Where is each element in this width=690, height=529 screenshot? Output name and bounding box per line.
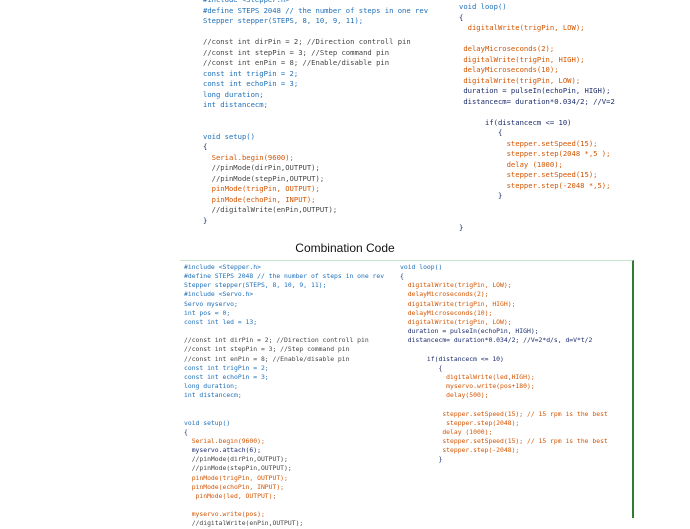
bottom-code-right: void loop(){ digitalWrite(trigPin, LOW);… (400, 263, 608, 464)
code-line: delay(500); (400, 391, 489, 400)
code-line: long duration; (203, 89, 264, 99)
code-line: Stepper stepper(STEPS, 8, 10, 9, 11); (184, 281, 327, 290)
bottom-code-left: #include <Stepper.h> #define STEPS 2048 /… (184, 263, 384, 529)
code-line: //const int enPin = 8; //Enable/disable … (203, 58, 390, 67)
code-line: myservo.write(pos+180); (400, 382, 535, 391)
code-line: int distancecm; (203, 100, 268, 109)
code-line: void setup() (203, 131, 255, 141)
code-line: duration = pulseIn(echoPin, HIGH); (459, 86, 611, 95)
code-line: myservo.write(pos); (184, 510, 265, 519)
code-line: #define STEPS 2048 // the number of step… (184, 272, 385, 281)
code-line: const int echoPin = 3; (203, 79, 299, 88)
code-line: //pinMode(stepPin,OUTPUT); (184, 464, 292, 473)
code-line: pinMode(echoPin, INPUT); (203, 194, 316, 204)
code-line: #define STEPS 2048 // the number of step… (203, 5, 429, 15)
code-line: } (459, 222, 464, 232)
code-line: //const int stepPin = 3; //Step command … (203, 47, 390, 57)
code-line: { (203, 142, 208, 151)
code-line: //const int stepPin = 3; //Step command … (184, 345, 350, 354)
code-line: digitalWrite(trigPin, HIGH); (400, 299, 516, 308)
code-line: if(distancecm <= 10) (459, 117, 572, 127)
code-line: //const int dirPin = 2; //Direction cont… (203, 37, 411, 46)
code-line: //digitalWrite(enPin,OUTPUT); (203, 205, 338, 214)
code-line: const int trigPin = 2; (203, 68, 299, 78)
code-line: int distancecm; (184, 391, 242, 400)
code-line: //digitalWrite(enPin,OUTPUT); (184, 519, 304, 528)
code-line: stepper.setSpeed(15); (459, 138, 598, 148)
code-line: pinMode(trigPin, OUTPUT); (203, 184, 320, 193)
code-line: //const int enPin = 8; //Enable/disable … (184, 354, 350, 363)
code-line: #include <Servo.h> (184, 290, 254, 299)
code-line: void loop() (459, 2, 507, 11)
code-line: delayMicroseconds(2); (400, 290, 489, 299)
top-code-right: void loop(){ digitalWrite(trigPin, LOW);… (459, 2, 615, 233)
code-line: if(distancecm <= 10) (400, 354, 504, 363)
code-line: //pinMode(dirPin,OUTPUT); (203, 163, 320, 172)
code-line: Serial.begin(9600); (184, 436, 265, 445)
code-line: const int led = 13; (184, 317, 258, 326)
code-line: Serial.begin(9600); (203, 152, 294, 162)
code-line: { (459, 128, 503, 137)
code-line: //const int dirPin = 2; //Direction cont… (184, 336, 369, 345)
code-line: distancecm= duration*0.034/2; //V=2*d/s,… (400, 336, 593, 345)
code-line: } (203, 215, 208, 225)
code-line: stepper.step(2048 *,5 ); (459, 149, 611, 158)
code-line: { (459, 12, 464, 22)
code-line: digitalWrite(trigPin, LOW); (400, 281, 512, 290)
code-line: distancecm= duration*0.034/2; //V=2 (459, 96, 615, 106)
code-line: #include <Stepper.h> (184, 263, 261, 271)
code-line: Stepper stepper(STEPS, 8, 10, 9, 11); (203, 16, 364, 25)
code-line: { (400, 272, 404, 281)
code-line: stepper.step(-2048); (400, 446, 520, 455)
code-line: digitalWrite(led,HIGH); (400, 372, 535, 381)
code-line: duration = pulseIn(echoPin, HIGH); (400, 327, 539, 336)
code-line: delayMicroseconds(10); (400, 308, 493, 317)
code-line: stepper.step(2048); (400, 418, 520, 427)
code-line: void loop() (400, 263, 443, 271)
code-line: digitalWrite(trigPin, LOW); (459, 75, 581, 85)
code-line: void setup() (184, 418, 231, 427)
code-line: const int trigPin = 2; (184, 363, 269, 372)
code-line: long duration; (184, 382, 238, 391)
code-line: int pos = 0; (184, 308, 231, 317)
code-line: stepper.setSpeed(15); // 15 rpm is the b… (400, 409, 608, 418)
code-line: const int echoPin = 3; (184, 372, 269, 381)
caption-combination-code: Combination Code (295, 241, 395, 255)
code-line: delayMicroseconds(2); (459, 44, 555, 53)
code-line: pinMode(trigPin, OUTPUT); (184, 473, 288, 482)
code-line: delay (1000); (400, 427, 493, 436)
code-line: digitalWrite(trigPin, LOW); (459, 23, 585, 32)
code-line: delayMicroseconds(10); (459, 65, 559, 74)
code-line: digitalWrite(trigPin, HIGH); (459, 54, 585, 64)
code-line: delay (1000); (459, 159, 563, 169)
code-line: { (400, 363, 443, 372)
code-line: digitalWrite(trigPin, LOW); (400, 317, 512, 326)
code-line: } (459, 191, 503, 200)
code-line: Servo myservo; (184, 299, 238, 308)
code-line: { (184, 427, 188, 436)
code-line: } (400, 455, 443, 464)
code-line: stepper.setSpeed(15); (459, 170, 598, 179)
code-line: pinMode(led, OUTPUT); (184, 491, 277, 500)
top-code-left: #include <Stepper.h>#define STEPS 2048 /… (203, 0, 428, 226)
code-line: stepper.step(-2048 *,5); (459, 180, 611, 190)
code-line: myservo.attach(6); (184, 446, 261, 455)
code-line: stepper.setSpeed(15); // 15 rpm is the b… (400, 436, 608, 445)
code-line: //pinMode(dirPin,OUTPUT); (184, 455, 288, 464)
code-line: //pinMode(stepPin,OUTPUT); (203, 173, 325, 183)
code-line: pinMode(echoPin, INPUT); (184, 482, 285, 491)
